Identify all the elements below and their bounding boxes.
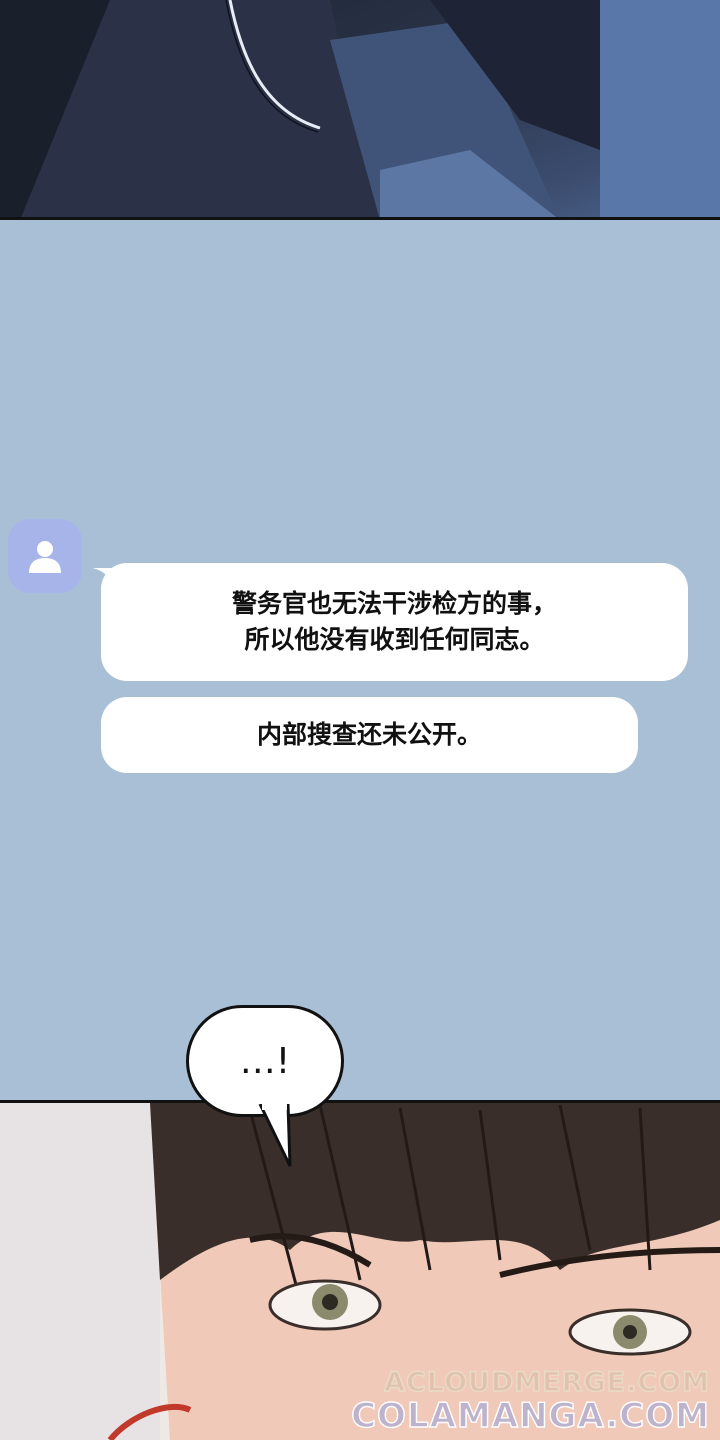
top-comic-panel (0, 0, 720, 220)
person-icon (29, 541, 61, 573)
speech-bubble-text: …! (239, 1040, 291, 1082)
speech-bubble: …! (186, 1005, 344, 1117)
chat-message-2-text: 内部搜查还未公开。 (256, 720, 482, 749)
chat-message-1-line-2: 所以他没有收到任何同志。 (244, 625, 545, 654)
watermark-acloudmerge: ACLOUDMERGE.COM (383, 1366, 710, 1398)
top-panel-artwork (0, 0, 720, 220)
chat-avatar (8, 519, 82, 593)
chat-message-1-line-1: 警务官也无法干涉检方的事， (231, 589, 557, 618)
chat-message-2: 内部搜查还未公开。 (101, 697, 638, 773)
chat-message-1: 警务官也无法干涉检方的事， 所以他没有收到任何同志。 (101, 563, 688, 681)
watermark-colamanga: COLAMANGA.COM (350, 1395, 710, 1436)
speech-bubble-tail (258, 1104, 292, 1167)
